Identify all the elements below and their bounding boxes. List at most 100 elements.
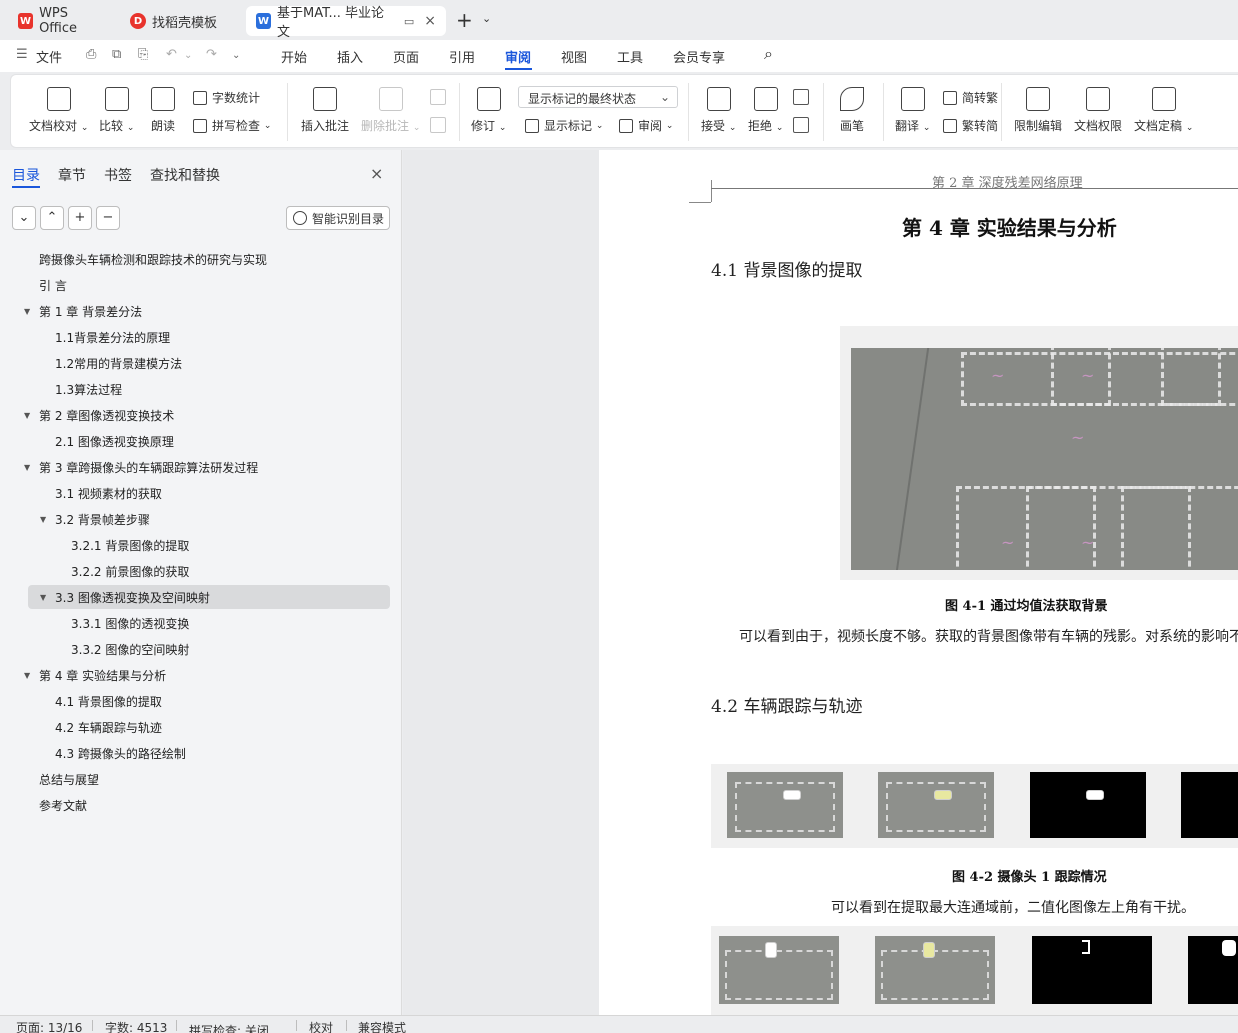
tab-template[interactable]: D 找稻壳模板 <box>120 6 240 36</box>
tab-sections[interactable]: 章节 <box>58 165 86 185</box>
close-icon[interactable]: × <box>370 164 383 183</box>
toc-item[interactable]: 1.1背景差分法的原理 <box>0 325 390 349</box>
restrict-edit-button[interactable]: 限制编辑 <box>1014 87 1062 134</box>
menu-tools[interactable]: 工具 <box>617 47 643 66</box>
camera-frame-image[interactable] <box>878 772 994 838</box>
toc-item[interactable]: 跨摄像头车辆检测和跟踪技术的研究与实现 <box>0 247 390 271</box>
redo-icon[interactable]: ↷ <box>206 47 217 62</box>
markup-state-dropdown[interactable]: 显示标记的最终状态 ⌄ <box>518 86 678 108</box>
toc-item[interactable]: ▼ 3.2 背景帧差步骤 <box>0 507 390 531</box>
doc-permission-button[interactable]: 文档权限 <box>1074 87 1122 134</box>
review-pane-button[interactable]: 审阅 ⌄ <box>619 117 673 134</box>
toc-item[interactable]: 3.1 视频素材的获取 <box>0 481 390 505</box>
toc-item[interactable]: ▼ 第 3 章跨摄像头的车辆跟踪算法研发过程 <box>0 455 390 479</box>
expand-toggle-icon[interactable]: ▼ <box>24 411 30 420</box>
word-count-indicator[interactable]: 字数: 4513 <box>105 1019 167 1033</box>
undo-chevron-icon[interactable]: ⌄ <box>184 50 192 61</box>
compare-button[interactable]: 比较 ⌄ <box>99 87 134 134</box>
read-aloud-button[interactable]: 朗读 <box>151 87 175 134</box>
menu-page[interactable]: 页面 <box>393 47 419 66</box>
add-heading-button[interactable]: + <box>68 206 92 230</box>
expand-toggle-icon[interactable]: ▼ <box>40 515 46 524</box>
camera-frame-image[interactable] <box>719 936 839 1004</box>
tab-wps-office[interactable]: W WPS Office <box>8 6 116 36</box>
share-icon[interactable]: ⧉ <box>112 47 121 62</box>
toc-item[interactable]: 参考文献 <box>0 793 390 817</box>
binary-image[interactable] <box>1032 936 1152 1004</box>
next-change-icon[interactable] <box>793 117 809 133</box>
binary-image[interactable] <box>1030 772 1146 838</box>
more-chevron-icon[interactable]: ⌄ <box>232 50 240 61</box>
close-tab-icon[interactable]: × <box>424 13 436 29</box>
toc-item[interactable]: ▼ 3.3 图像透视变换及空间映射 <box>0 585 390 609</box>
window-icon[interactable]: ▭ <box>404 15 414 28</box>
prev-change-icon[interactable] <box>793 89 809 105</box>
tab-find-replace[interactable]: 查找和替换 <box>150 165 220 185</box>
doc-check-button[interactable]: 文档校对 ⌄ <box>29 87 88 134</box>
prev-comment-icon[interactable] <box>430 89 446 105</box>
accept-button[interactable]: 接受 ⌄ <box>701 87 736 134</box>
menu-member[interactable]: 会员专享 <box>673 47 725 66</box>
translate-button[interactable]: 翻译 ⌄ <box>895 87 930 134</box>
smart-toc-button[interactable]: 智能识别目录 <box>286 206 390 230</box>
undo-icon[interactable]: ↶ <box>166 47 177 62</box>
menu-view[interactable]: 视图 <box>561 47 587 66</box>
menu-home[interactable]: 开始 <box>281 47 307 66</box>
new-tab-button[interactable]: + <box>456 8 473 32</box>
show-markup-button[interactable]: 显示标记 ⌄ <box>525 117 603 134</box>
toc-item[interactable]: 引 言 <box>0 273 390 297</box>
remove-heading-button[interactable]: − <box>96 206 120 230</box>
toc-item[interactable]: ▼ 第 1 章 背景差分法 <box>0 299 390 323</box>
toc-item[interactable]: 1.3算法过程 <box>0 377 390 401</box>
file-menu[interactable]: 文件 <box>36 47 62 66</box>
next-comment-icon[interactable] <box>430 117 446 133</box>
page-indicator[interactable]: 页面: 13/16 <box>16 1019 82 1033</box>
chevron-down-icon[interactable]: ⌄ <box>482 12 491 25</box>
toc-item[interactable]: 3.2.2 前景图像的获取 <box>0 559 390 583</box>
tab-document[interactable]: W 基于MAT... 毕业论文 ▭ × <box>246 6 446 40</box>
toc-item[interactable]: 3.2.1 背景图像的提取 <box>0 533 390 557</box>
toc-item[interactable]: 2.1 图像透视变换原理 <box>0 429 390 453</box>
menu-references[interactable]: 引用 <box>449 47 475 66</box>
expand-toggle-icon[interactable]: ▼ <box>40 593 46 602</box>
background-image[interactable]: ~ ~ ~ ~ ~ <box>851 348 1238 570</box>
toc-item[interactable]: 1.2常用的背景建模方法 <box>0 351 390 375</box>
print-preview-icon[interactable]: ⎘ <box>138 47 148 62</box>
word-count-button[interactable]: 字数统计 <box>193 89 260 106</box>
document-page[interactable]: 第 2 章 深度残差网络原理 第 4 章 实验结果与分析 4.1 背景图像的提取… <box>599 150 1238 1015</box>
toc-item[interactable]: 4.3 跨摄像头的路径绘制 <box>0 741 390 765</box>
insert-comment-button[interactable]: 插入批注 <box>301 87 349 134</box>
expand-toggle-icon[interactable]: ▼ <box>24 463 30 472</box>
camera-frame-image[interactable] <box>875 936 995 1004</box>
pen-button[interactable]: 画笔 <box>840 87 864 134</box>
proofread-status[interactable]: 校对 <box>309 1019 333 1033</box>
spell-check-button[interactable]: 拼写检查 ⌄ <box>193 117 271 134</box>
track-changes-button[interactable]: 修订 ⌄ <box>471 87 506 134</box>
binary-image[interactable] <box>1188 936 1238 1004</box>
simplified-to-traditional-button[interactable]: 简转繁 <box>943 89 998 106</box>
traditional-to-simplified-button[interactable]: 繁转简 <box>943 117 998 134</box>
toc-item[interactable]: ▼ 第 4 章 实验结果与分析 <box>0 663 390 687</box>
toc-item[interactable]: ▼ 第 2 章图像透视变换技术 <box>0 403 390 427</box>
toc-item[interactable]: 3.3.2 图像的空间映射 <box>0 637 390 661</box>
collapse-level-button[interactable]: ⌄ <box>12 206 36 230</box>
camera-frame-image[interactable] <box>727 772 843 838</box>
reject-button[interactable]: 拒绝 ⌄ <box>748 87 783 134</box>
toc-item[interactable]: 4.2 车辆跟踪与轨迹 <box>0 715 390 739</box>
menu-insert[interactable]: 插入 <box>337 47 363 66</box>
expand-level-button[interactable]: ⌃ <box>40 206 64 230</box>
tab-bookmarks[interactable]: 书签 <box>104 165 132 185</box>
binary-image[interactable] <box>1181 772 1238 838</box>
save-icon[interactable]: ⎙ <box>86 47 96 62</box>
expand-toggle-icon[interactable]: ▼ <box>24 671 30 680</box>
toc-item[interactable]: 总结与展望 <box>0 767 390 791</box>
toc-item[interactable]: 3.3.1 图像的透视变换 <box>0 611 390 635</box>
tab-toc[interactable]: 目录 <box>12 165 40 185</box>
menu-review[interactable]: 审阅 <box>505 47 531 66</box>
search-icon[interactable]: ⌕ <box>764 44 773 64</box>
expand-toggle-icon[interactable]: ▼ <box>24 307 30 316</box>
menu-icon[interactable]: ☰ <box>16 47 28 62</box>
toc-item[interactable]: 4.1 背景图像的提取 <box>0 689 390 713</box>
doc-finalize-button[interactable]: 文档定稿 ⌄ <box>1134 87 1193 134</box>
delete-comment-button[interactable]: 删除批注 ⌄ <box>361 87 420 134</box>
